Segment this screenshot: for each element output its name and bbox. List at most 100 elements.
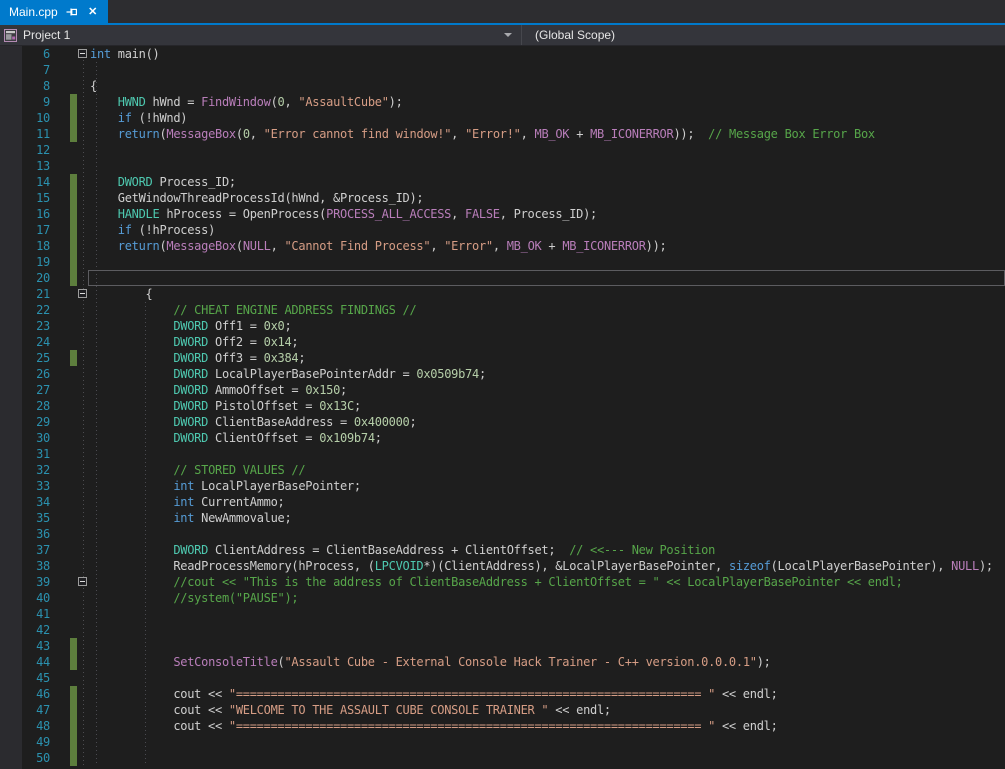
line-number[interactable]: 43: [0, 638, 54, 654]
line-number[interactable]: 26: [0, 366, 54, 382]
line-number[interactable]: 12: [0, 142, 54, 158]
line-number[interactable]: 17: [0, 222, 54, 238]
code-text[interactable]: [90, 254, 1005, 270]
scope-dropdown[interactable]: (Global Scope): [522, 25, 1005, 45]
line-number[interactable]: 40: [0, 590, 54, 606]
line-number[interactable]: 41: [0, 606, 54, 622]
code-text[interactable]: int LocalPlayerBasePointer;: [90, 478, 1005, 494]
code-text[interactable]: HANDLE hProcess = OpenProcess(PROCESS_AL…: [90, 206, 1005, 222]
line-number[interactable]: 29: [0, 414, 54, 430]
code-text[interactable]: [90, 670, 1005, 686]
code-text[interactable]: return(MessageBox(NULL, "Cannot Find Pro…: [90, 238, 1005, 254]
line-number[interactable]: 30: [0, 430, 54, 446]
line-number[interactable]: 42: [0, 622, 54, 638]
line-number[interactable]: 21: [0, 286, 54, 302]
fold-collapse-icon[interactable]: [78, 289, 87, 298]
code-text[interactable]: [90, 62, 1005, 78]
line-number[interactable]: 8: [0, 78, 54, 94]
line-number[interactable]: 7: [0, 62, 54, 78]
line-number[interactable]: 24: [0, 334, 54, 350]
code-text[interactable]: int NewAmmovalue;: [90, 510, 1005, 526]
code-text[interactable]: DWORD PistolOffset = 0x13C;: [90, 398, 1005, 414]
tab-main-cpp[interactable]: Main.cpp ✕: [0, 0, 108, 23]
line-number[interactable]: 48: [0, 718, 54, 734]
line-number[interactable]: 15: [0, 190, 54, 206]
line-number[interactable]: 19: [0, 254, 54, 270]
line-number[interactable]: 18: [0, 238, 54, 254]
code-text[interactable]: [90, 158, 1005, 174]
code-text[interactable]: [90, 750, 1005, 766]
fold-collapse-icon[interactable]: [78, 49, 87, 58]
line-number[interactable]: 49: [0, 734, 54, 750]
code-text[interactable]: if (!hWnd): [90, 110, 1005, 126]
line-number[interactable]: 27: [0, 382, 54, 398]
line-number[interactable]: 45: [0, 670, 54, 686]
code-text[interactable]: // CHEAT ENGINE ADDRESS FINDINGS //: [90, 302, 1005, 318]
line-number[interactable]: 14: [0, 174, 54, 190]
code-text[interactable]: DWORD Off1 = 0x0;: [90, 318, 1005, 334]
line-number[interactable]: 11: [0, 126, 54, 142]
code-editor[interactable]: 6 int main() 78 {9 HWND hWnd = FindWindow(0…: [0, 46, 1005, 769]
line-number[interactable]: 37: [0, 542, 54, 558]
code-text[interactable]: ReadProcessMemory(hProcess, (LPCVOID*)(C…: [90, 558, 1005, 574]
line-number[interactable]: 13: [0, 158, 54, 174]
line-number[interactable]: 38: [0, 558, 54, 574]
code-text[interactable]: // STORED VALUES //: [90, 462, 1005, 478]
code-text[interactable]: SetConsoleTitle("Assault Cube - External…: [90, 654, 1005, 670]
pin-icon[interactable]: [65, 5, 79, 19]
code-text[interactable]: //cout << "This is the address of Client…: [90, 574, 1005, 590]
code-text[interactable]: DWORD Off2 = 0x14;: [90, 334, 1005, 350]
line-number[interactable]: 34: [0, 494, 54, 510]
line-number[interactable]: 10: [0, 110, 54, 126]
code-text[interactable]: [90, 270, 1005, 286]
line-number[interactable]: 36: [0, 526, 54, 542]
code-text[interactable]: [90, 142, 1005, 158]
code-text[interactable]: DWORD LocalPlayerBasePointerAddr = 0x050…: [90, 366, 1005, 382]
code-text[interactable]: [90, 606, 1005, 622]
line-number[interactable]: 32: [0, 462, 54, 478]
code-text[interactable]: HWND hWnd = FindWindow(0, "AssaultCube")…: [90, 94, 1005, 110]
line-number[interactable]: 16: [0, 206, 54, 222]
code-text[interactable]: DWORD ClientOffset = 0x109b74;: [90, 430, 1005, 446]
code-text[interactable]: DWORD Off3 = 0x384;: [90, 350, 1005, 366]
line-number[interactable]: 35: [0, 510, 54, 526]
code-text[interactable]: {: [90, 286, 1005, 302]
code-text[interactable]: int CurrentAmmo;: [90, 494, 1005, 510]
code-text[interactable]: cout << "===============================…: [90, 686, 1005, 702]
line-number[interactable]: 50: [0, 750, 54, 766]
code-text[interactable]: int main(): [90, 46, 1005, 62]
line-number[interactable]: 23: [0, 318, 54, 334]
line-number[interactable]: 9: [0, 94, 54, 110]
code-text[interactable]: DWORD ClientAddress = ClientBaseAddress …: [90, 542, 1005, 558]
line-number[interactable]: 33: [0, 478, 54, 494]
line-number[interactable]: 46: [0, 686, 54, 702]
code-text[interactable]: DWORD Process_ID;: [90, 174, 1005, 190]
code-text[interactable]: GetWindowThreadProcessId(hWnd, &Process_…: [90, 190, 1005, 206]
code-text[interactable]: [90, 446, 1005, 462]
close-icon[interactable]: ✕: [86, 5, 100, 19]
code-text[interactable]: cout << "WELCOME TO THE ASSAULT CUBE CON…: [90, 702, 1005, 718]
code-text[interactable]: return(MessageBox(0, "Error cannot find …: [90, 126, 1005, 142]
project-dropdown[interactable]: Project 1: [0, 25, 522, 45]
code-text[interactable]: [90, 638, 1005, 654]
line-number[interactable]: 31: [0, 446, 54, 462]
line-number[interactable]: 39: [0, 574, 54, 590]
outlining-margin: [76, 638, 90, 654]
code-text[interactable]: //system("PAUSE");: [90, 590, 1005, 606]
line-number[interactable]: 47: [0, 702, 54, 718]
line-number[interactable]: 28: [0, 398, 54, 414]
line-number[interactable]: 25: [0, 350, 54, 366]
code-text[interactable]: DWORD ClientBaseAddress = 0x400000;: [90, 414, 1005, 430]
code-text[interactable]: DWORD AmmoOffset = 0x150;: [90, 382, 1005, 398]
fold-collapse-icon[interactable]: [78, 577, 87, 586]
code-text[interactable]: [90, 526, 1005, 542]
line-number[interactable]: 20: [0, 270, 54, 286]
code-text[interactable]: [90, 734, 1005, 750]
code-text[interactable]: [90, 622, 1005, 638]
code-text[interactable]: cout << "===============================…: [90, 718, 1005, 734]
line-number[interactable]: 22: [0, 302, 54, 318]
code-text[interactable]: {: [90, 78, 1005, 94]
line-number[interactable]: 44: [0, 654, 54, 670]
code-text[interactable]: if (!hProcess): [90, 222, 1005, 238]
line-number[interactable]: 6: [0, 46, 54, 62]
